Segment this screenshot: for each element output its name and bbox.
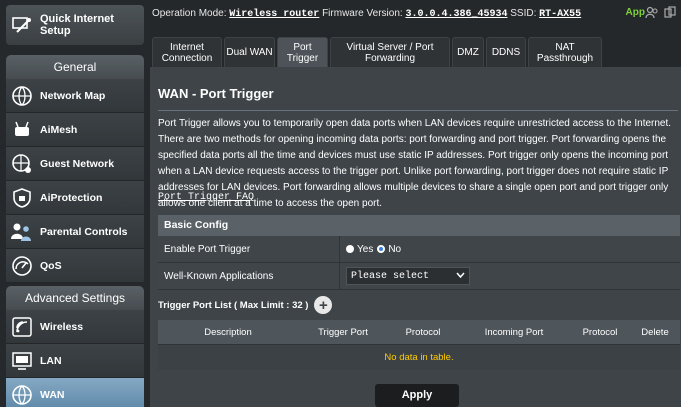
usb-icon[interactable] <box>663 6 677 23</box>
sidebar-item-label: AiMesh <box>40 123 78 136</box>
wireless-icon <box>10 315 34 339</box>
sidebar-item-parental-controls[interactable]: Parental Controls <box>6 215 144 249</box>
title-divider <box>158 110 678 111</box>
basic-config-header: Basic Config <box>158 215 680 236</box>
well-known-apps-row: Well-Known Applications Please select <box>158 263 680 290</box>
aiprotection-icon <box>10 186 34 210</box>
chevron-down-icon <box>456 271 465 282</box>
sidebar-item-guest-network[interactable]: Guest Network <box>6 147 144 181</box>
firmware-label: Firmware Version: <box>322 8 403 19</box>
sidebar-item-label: QoS <box>40 259 62 272</box>
users-icon[interactable] <box>645 6 659 23</box>
tab-dual-wan[interactable]: Dual WAN <box>224 37 275 67</box>
tab-internet-connection[interactable]: Internet Connection <box>152 37 222 67</box>
network-map-icon <box>10 84 34 108</box>
no-label: No <box>388 243 402 255</box>
sidebar-item-label: WAN <box>40 388 65 401</box>
trigger-port-list-title: Trigger Port List ( Max Limit : 32 ) + <box>158 296 333 314</box>
add-rule-button[interactable]: + <box>314 296 333 314</box>
col-description: Description <box>204 326 252 338</box>
qos-icon <box>10 254 34 278</box>
guest-network-icon <box>10 152 34 176</box>
yes-label: Yes <box>357 243 374 255</box>
empty-table-message: No data in table. <box>158 344 680 370</box>
well-known-apps-select[interactable]: Please select <box>346 267 470 285</box>
main-panel: WAN - Port Trigger Port Trigger allows y… <box>150 67 681 407</box>
tab-virtual-server[interactable]: Virtual Server / Port Forwarding <box>330 37 450 67</box>
sidebar-item-label: AiProtection <box>40 191 103 204</box>
quick-internet-setup-button[interactable]: Quick Internet Setup <box>6 5 144 45</box>
trigger-port-list-label: Trigger Port List ( Max Limit : 32 ) <box>158 299 309 311</box>
general-section-title: General <box>6 55 144 79</box>
sidebar-item-label: Wireless <box>40 320 84 333</box>
sidebar: Quick Internet Setup General Network Map… <box>0 0 150 407</box>
page-title: WAN - Port Trigger <box>158 86 274 101</box>
quick-internet-setup-label: Quick Internet Setup <box>40 13 114 37</box>
col-delete: Delete <box>641 326 669 338</box>
trigger-port-table: Description Trigger Port Protocol Incomi… <box>158 320 680 370</box>
advanced-section-title: Advanced Settings <box>6 286 144 310</box>
tab-bar: Internet Connection Dual WAN Port Trigge… <box>152 37 602 67</box>
select-value: Please select <box>351 270 430 282</box>
enable-port-trigger-label: Enable Port Trigger <box>158 236 340 262</box>
sidebar-item-aiprotection[interactable]: AiProtection <box>6 181 144 215</box>
table-header: Description Trigger Port Protocol Incomi… <box>158 320 680 344</box>
aimesh-icon <box>10 118 34 142</box>
status-bar: Operation Mode: Wireless router Firmware… <box>152 6 677 23</box>
app-link[interactable]: App <box>626 7 645 18</box>
firmware-link[interactable]: 3.0.0.4.386_45934 <box>405 9 507 20</box>
sidebar-item-label: Network Map <box>40 89 106 102</box>
col-incoming-port: Incoming Port <box>484 326 544 338</box>
enable-port-trigger-row: Enable Port Trigger Yes No <box>158 236 680 263</box>
ssid-label: SSID: <box>510 8 537 19</box>
advanced-menu: Wireless LAN WAN <box>6 310 144 407</box>
port-trigger-faq-link[interactable]: Port Trigger FAQ <box>158 192 254 203</box>
operation-mode-link[interactable]: Wireless router <box>229 9 319 20</box>
yes-radio[interactable] <box>346 245 354 253</box>
well-known-apps-cell: Please select <box>340 267 470 285</box>
plus-icon: + <box>319 296 328 314</box>
well-known-apps-label: Well-Known Applications <box>158 263 340 289</box>
sidebar-item-qos[interactable]: QoS <box>6 249 144 283</box>
apply-button[interactable]: Apply <box>375 384 459 407</box>
status-icons <box>645 6 677 23</box>
no-radio[interactable] <box>377 245 386 253</box>
col-protocol: Protocol <box>405 326 441 338</box>
ssid-link[interactable]: RT-AX55 <box>539 9 581 20</box>
sidebar-item-wireless[interactable]: Wireless <box>6 310 144 344</box>
sidebar-item-label: Guest Network <box>40 157 115 170</box>
col-trigger-port: Trigger Port <box>318 326 368 338</box>
lan-icon <box>10 349 34 373</box>
sidebar-item-aimesh[interactable]: AiMesh <box>6 113 144 147</box>
parental-controls-icon <box>10 220 34 244</box>
sidebar-item-network-map[interactable]: Network Map <box>6 79 144 113</box>
wand-icon <box>10 13 34 37</box>
sidebar-item-label: Parental Controls <box>40 225 128 238</box>
enable-port-trigger-radios: Yes No <box>340 244 401 255</box>
tab-ddns[interactable]: DDNS <box>486 37 526 67</box>
tab-dmz[interactable]: DMZ <box>452 37 484 67</box>
sidebar-item-label: LAN <box>40 354 62 367</box>
tab-nat-passthrough[interactable]: NAT Passthrough <box>528 37 602 67</box>
tab-port-trigger[interactable]: Port Trigger <box>277 37 328 67</box>
general-menu: Network Map AiMesh Guest Network AiProte… <box>6 79 144 283</box>
col-protocol-2: Protocol <box>582 326 618 338</box>
operation-mode-label: Operation Mode: <box>152 8 227 19</box>
sidebar-item-lan[interactable]: LAN <box>6 344 144 378</box>
wan-icon <box>10 383 34 407</box>
basic-config-table: Basic Config Enable Port Trigger Yes No … <box>158 215 680 290</box>
sidebar-item-wan[interactable]: WAN <box>6 378 144 407</box>
